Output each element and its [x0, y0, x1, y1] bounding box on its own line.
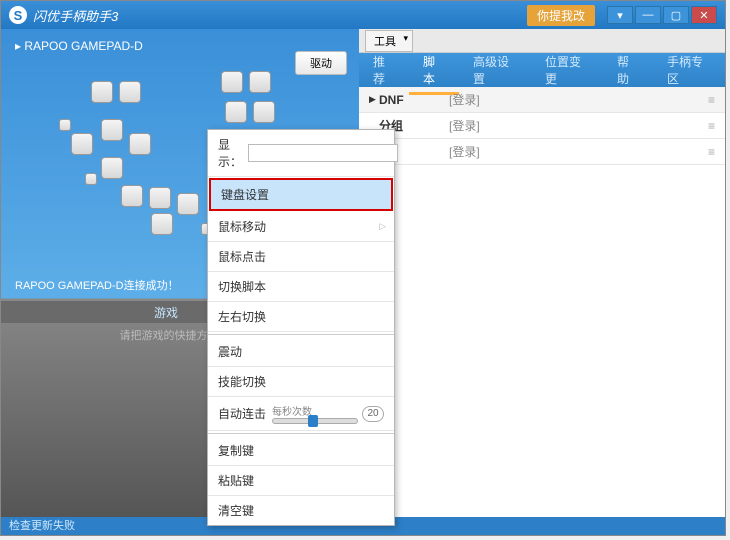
separator — [208, 334, 394, 335]
menu-mouse-click[interactable]: 鼠标点击 — [208, 242, 394, 272]
app-title: 闪优手柄助手3 — [33, 6, 527, 25]
row-tag: [登录] — [449, 91, 480, 108]
pad-key[interactable] — [249, 71, 271, 93]
pad-mini-key[interactable] — [59, 119, 71, 131]
turbo-slider[interactable] — [272, 418, 358, 424]
pad-key[interactable] — [177, 193, 199, 215]
feedback-button[interactable]: 你提我改 — [527, 5, 595, 26]
pad-key[interactable] — [221, 71, 243, 93]
menu-copy-key[interactable]: 复制键 — [208, 436, 394, 466]
skin-button[interactable]: ▾ — [607, 6, 633, 24]
nav-position[interactable]: 位置变更 — [531, 53, 603, 87]
nav-gamepad-zone[interactable]: 手柄专区 — [653, 53, 725, 87]
pad-mini-key[interactable] — [85, 173, 97, 185]
close-button[interactable]: ✕ — [691, 6, 717, 24]
menu-clear-key[interactable]: 清空键 — [208, 496, 394, 525]
app-icon: S — [9, 6, 27, 24]
slider-thumb[interactable] — [308, 415, 318, 427]
pad-key[interactable] — [253, 101, 275, 123]
menu-paste-key[interactable]: 粘贴键 — [208, 466, 394, 496]
pad-key[interactable] — [225, 101, 247, 123]
row-menu-icon[interactable]: ≡ — [708, 93, 715, 107]
separator — [208, 433, 394, 434]
tools-dropdown[interactable]: 工具 — [365, 30, 413, 52]
pad-key[interactable] — [101, 157, 123, 179]
expand-icon[interactable]: ▶ — [369, 94, 379, 105]
pad-key[interactable] — [149, 187, 171, 209]
maximize-button[interactable]: ▢ — [663, 6, 689, 24]
show-input[interactable] — [248, 144, 398, 162]
nav-advanced[interactable]: 高级设置 — [459, 53, 531, 87]
pad-key[interactable] — [121, 185, 143, 207]
menu-vibrate[interactable]: 震动 — [208, 337, 394, 367]
right-panel: 工具 推荐 脚本 高级设置 位置变更 帮助 手柄专区 ▶ DNF [登录] ≡ — [359, 29, 725, 519]
menu-auto-turbo[interactable]: 自动连击 每秒次数 20 — [208, 397, 394, 431]
nav-script[interactable]: 脚本 — [409, 45, 459, 95]
menu-mouse-move[interactable]: 鼠标移动▷ — [208, 212, 394, 242]
pad-key[interactable] — [129, 133, 151, 155]
pad-key[interactable] — [151, 213, 173, 235]
row-menu-icon[interactable]: ≡ — [708, 119, 715, 133]
show-label: 显示： — [218, 136, 242, 170]
minimize-button[interactable]: — — [635, 6, 661, 24]
menu-lr-switch[interactable]: 左右切换 — [208, 302, 394, 332]
pad-key[interactable] — [101, 119, 123, 141]
slider-value: 20 — [362, 406, 384, 422]
nav-tabs: 推荐 脚本 高级设置 位置变更 帮助 手柄专区 — [359, 53, 725, 87]
nav-recommend[interactable]: 推荐 — [359, 53, 409, 87]
show-row: 显示： — [208, 130, 394, 177]
context-menu: 显示： 键盘设置 鼠标移动▷ 鼠标点击 切换脚本 左右切换 震动 技能切换 自动… — [207, 129, 395, 526]
nav-help[interactable]: 帮助 — [603, 53, 653, 87]
row-menu-icon[interactable]: ≡ — [708, 145, 715, 159]
title-bar: S 闪优手柄助手3 你提我改 ▾ — ▢ ✕ — [1, 1, 725, 29]
menu-keyboard-settings[interactable]: 键盘设置 — [209, 178, 393, 211]
pad-key[interactable] — [119, 81, 141, 103]
connection-status: RAPOO GAMEPAD-D连接成功！ — [15, 277, 179, 293]
list-row[interactable]: 分组 [登录] ≡ — [359, 113, 725, 139]
script-list: ▶ DNF [登录] ≡ 分组 [登录] ≡ 97 [登录] ≡ — [359, 87, 725, 165]
row-name: DNF — [379, 93, 449, 107]
row-tag: [登录] — [449, 117, 480, 134]
auto-turbo-label: 自动连击 — [218, 405, 268, 422]
pad-key[interactable] — [91, 81, 113, 103]
menu-switch-script[interactable]: 切换脚本 — [208, 272, 394, 302]
menu-skill-switch[interactable]: 技能切换 — [208, 367, 394, 397]
list-row[interactable]: 97 [登录] ≡ — [359, 139, 725, 165]
submenu-arrow-icon: ▷ — [379, 221, 386, 232]
row-tag: [登录] — [449, 143, 480, 160]
pad-key[interactable] — [71, 133, 93, 155]
